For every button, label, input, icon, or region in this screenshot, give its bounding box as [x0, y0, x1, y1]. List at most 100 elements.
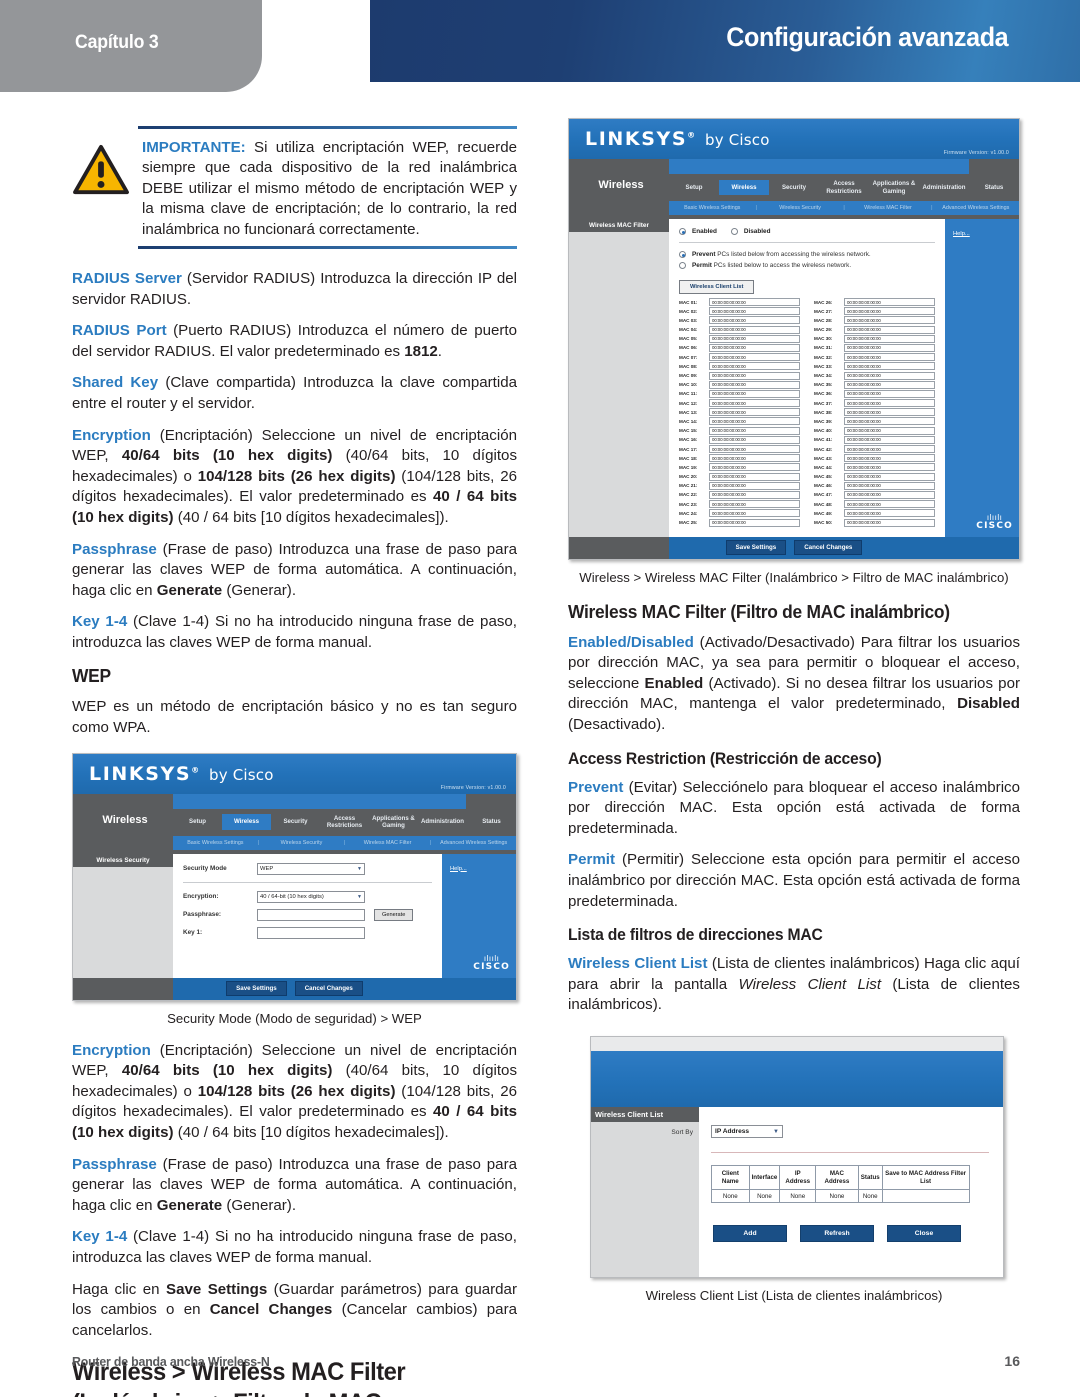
tab-setup[interactable]: Setup — [173, 814, 222, 830]
sort-by-select[interactable]: IP Address ▼ — [711, 1125, 783, 1138]
mac-address-input[interactable]: 00:00:00:00:00:00 — [844, 472, 935, 481]
mac-address-input[interactable]: 00:00:00:00:00:00 — [709, 426, 800, 435]
mac-address-input[interactable]: 00:00:00:00:00:00 — [709, 371, 800, 380]
cell-save-checkbox[interactable] — [881, 1189, 970, 1203]
close-button[interactable]: Close — [887, 1225, 961, 1242]
tab-administration[interactable]: Administration — [919, 180, 969, 196]
mac-address-input[interactable]: 00:00:00:00:00:00 — [844, 334, 935, 343]
term-radius-port: RADIUS Port — [72, 322, 167, 340]
mac-address-input[interactable]: 00:00:00:00:00:00 — [709, 463, 800, 472]
mac-address-input[interactable]: 00:00:00:00:00:00 — [709, 316, 800, 325]
cancel-changes-button[interactable]: Cancel Changes — [794, 540, 863, 556]
radio-disabled[interactable] — [730, 228, 738, 235]
subtab-basic-wireless-settings[interactable]: Basic Wireless Settings — [669, 205, 755, 211]
mac-address-input[interactable]: 00:00:00:00:00:00 — [844, 343, 935, 352]
mac-address-input[interactable]: 00:00:00:00:00:00 — [709, 343, 800, 352]
mac-address-input[interactable]: 00:00:00:00:00:00 — [844, 481, 935, 490]
mac-entry-row: MAC 19: 00:00:00:00:00:00 — [679, 463, 800, 472]
mac-address-input[interactable]: 00:00:00:00:00:00 — [709, 353, 800, 362]
mac-address-input[interactable]: 00:00:00:00:00:00 — [844, 389, 935, 398]
mac-address-input[interactable]: 00:00:00:00:00:00 — [844, 408, 935, 417]
radio-permit[interactable] — [679, 262, 686, 269]
tab-wireless[interactable]: Wireless — [222, 814, 271, 830]
mac-entry-label: MAC 36: — [814, 391, 833, 397]
tab-applications-gaming[interactable]: Applications & Gaming — [369, 811, 418, 834]
mac-address-input[interactable]: 00:00:00:00:00:00 — [844, 307, 935, 316]
mac-address-input[interactable]: 00:00:00:00:00:00 — [844, 426, 935, 435]
mac-address-input[interactable]: 00:00:00:00:00:00 — [844, 325, 935, 334]
mac-address-input[interactable]: 00:00:00:00:00:00 — [709, 389, 800, 398]
subtab-advanced-wireless-settings[interactable]: Advanced Wireless Settings — [431, 840, 516, 846]
security-mode-select[interactable]: WEP ▼ — [257, 862, 365, 875]
mac-address-input[interactable]: 00:00:00:00:00:00 — [709, 408, 800, 417]
encryption-select[interactable]: 40 / 64-bit (10 hex digits) ▼ — [257, 890, 365, 903]
mac-address-input[interactable]: 00:00:00:00:00:00 — [844, 509, 935, 518]
save-settings-button[interactable]: Save Settings — [226, 981, 287, 997]
mac-address-input[interactable]: 00:00:00:00:00:00 — [844, 316, 935, 325]
sidebar-title-wireless-mac-filter: Wireless MAC Filter — [569, 219, 669, 232]
mac-address-input[interactable]: 00:00:00:00:00:00 — [844, 500, 935, 509]
mac-address-input[interactable]: 00:00:00:00:00:00 — [709, 481, 800, 490]
mac-address-input[interactable]: 00:00:00:00:00:00 — [709, 380, 800, 389]
tab-access-restrictions[interactable]: Access Restrictions — [819, 176, 869, 199]
mac-address-input[interactable]: 00:00:00:00:00:00 — [709, 500, 800, 509]
help-link[interactable]: Help... — [450, 866, 467, 872]
help-panel: Help... ılıılı CISCO — [945, 219, 1019, 537]
tab-wireless[interactable]: Wireless — [719, 179, 769, 196]
mac-address-input[interactable]: 00:00:00:00:00:00 — [709, 325, 800, 334]
mac-address-input[interactable]: 00:00:00:00:00:00 — [709, 362, 800, 371]
subtab-wireless-mac-filter[interactable]: Wireless MAC Filter — [345, 840, 430, 846]
mac-address-input[interactable]: 00:00:00:00:00:00 — [709, 417, 800, 426]
mac-address-input[interactable]: 00:00:00:00:00:00 — [844, 445, 935, 453]
mac-address-input[interactable]: 00:00:00:00:00:00 — [844, 490, 935, 499]
linksys-footer: Save Settings Cancel Changes — [73, 977, 516, 1000]
subtab-basic-wireless-settings[interactable]: Basic Wireless Settings — [173, 840, 258, 846]
generate-button[interactable]: Generate — [374, 908, 414, 921]
mac-address-input[interactable]: 00:00:00:00:00:00 — [709, 445, 800, 453]
mac-address-input[interactable]: 00:00:00:00:00:00 — [844, 435, 935, 444]
mac-address-input[interactable]: 00:00:00:00:00:00 — [709, 399, 800, 408]
mac-address-input[interactable]: 00:00:00:00:00:00 — [844, 371, 935, 380]
mac-address-input[interactable]: 00:00:00:00:00:00 — [709, 509, 800, 518]
mac-address-input[interactable]: 00:00:00:00:00:00 — [709, 334, 800, 343]
radio-enabled[interactable] — [679, 228, 686, 235]
tab-security[interactable]: Security — [769, 180, 819, 196]
mac-address-input[interactable]: 00:00:00:00:00:00 — [709, 435, 800, 444]
mac-address-input[interactable]: 00:00:00:00:00:00 — [709, 518, 800, 527]
subtab-wireless-security[interactable]: Wireless Security — [259, 840, 344, 846]
subtab-wireless-mac-filter[interactable]: Wireless MAC Filter — [845, 205, 931, 211]
key1-input[interactable] — [257, 926, 365, 939]
mac-address-input[interactable]: 00:00:00:00:00:00 — [844, 463, 935, 472]
tab-security[interactable]: Security — [271, 814, 320, 830]
mac-address-input[interactable]: 00:00:00:00:00:00 — [844, 417, 935, 426]
mac-address-input[interactable]: 00:00:00:00:00:00 — [844, 380, 935, 389]
mac-address-input[interactable]: 00:00:00:00:00:00 — [844, 298, 935, 306]
mac-address-input[interactable]: 00:00:00:00:00:00 — [709, 307, 800, 316]
mac-address-input[interactable]: 00:00:00:00:00:00 — [844, 399, 935, 408]
tab-status[interactable]: Status — [467, 814, 516, 830]
mac-address-input[interactable]: 00:00:00:00:00:00 — [844, 362, 935, 371]
passphrase-input[interactable] — [257, 908, 365, 921]
mac-address-input[interactable]: 00:00:00:00:00:00 — [709, 454, 800, 463]
mac-address-input[interactable]: 00:00:00:00:00:00 — [709, 472, 800, 481]
radio-prevent[interactable] — [679, 251, 686, 258]
mac-address-input[interactable]: 00:00:00:00:00:00 — [709, 490, 800, 499]
tab-setup[interactable]: Setup — [669, 180, 719, 196]
tab-access-restrictions[interactable]: Access Restrictions — [320, 811, 369, 834]
help-link[interactable]: Help... — [953, 231, 970, 237]
subtab-wireless-security[interactable]: Wireless Security — [757, 205, 843, 211]
mac-address-input[interactable]: 00:00:00:00:00:00 — [844, 454, 935, 463]
cancel-changes-button[interactable]: Cancel Changes — [294, 981, 363, 997]
mac-address-input[interactable]: 00:00:00:00:00:00 — [709, 298, 800, 306]
wireless-client-list-button[interactable]: Wireless Client List — [679, 280, 755, 294]
add-button[interactable]: Add — [713, 1225, 787, 1242]
tab-applications-gaming[interactable]: Applications & Gaming — [869, 176, 919, 199]
tab-status[interactable]: Status — [969, 180, 1019, 196]
mac-entry-row: MAC 36: 00:00:00:00:00:00 — [814, 389, 935, 398]
mac-address-input[interactable]: 00:00:00:00:00:00 — [844, 353, 935, 362]
subtab-advanced-wireless-settings[interactable]: Advanced Wireless Settings — [933, 205, 1019, 211]
mac-address-input[interactable]: 00:00:00:00:00:00 — [844, 518, 935, 527]
tab-administration[interactable]: Administration — [418, 814, 467, 830]
refresh-button[interactable]: Refresh — [800, 1225, 874, 1242]
save-settings-button[interactable]: Save Settings — [725, 540, 787, 556]
